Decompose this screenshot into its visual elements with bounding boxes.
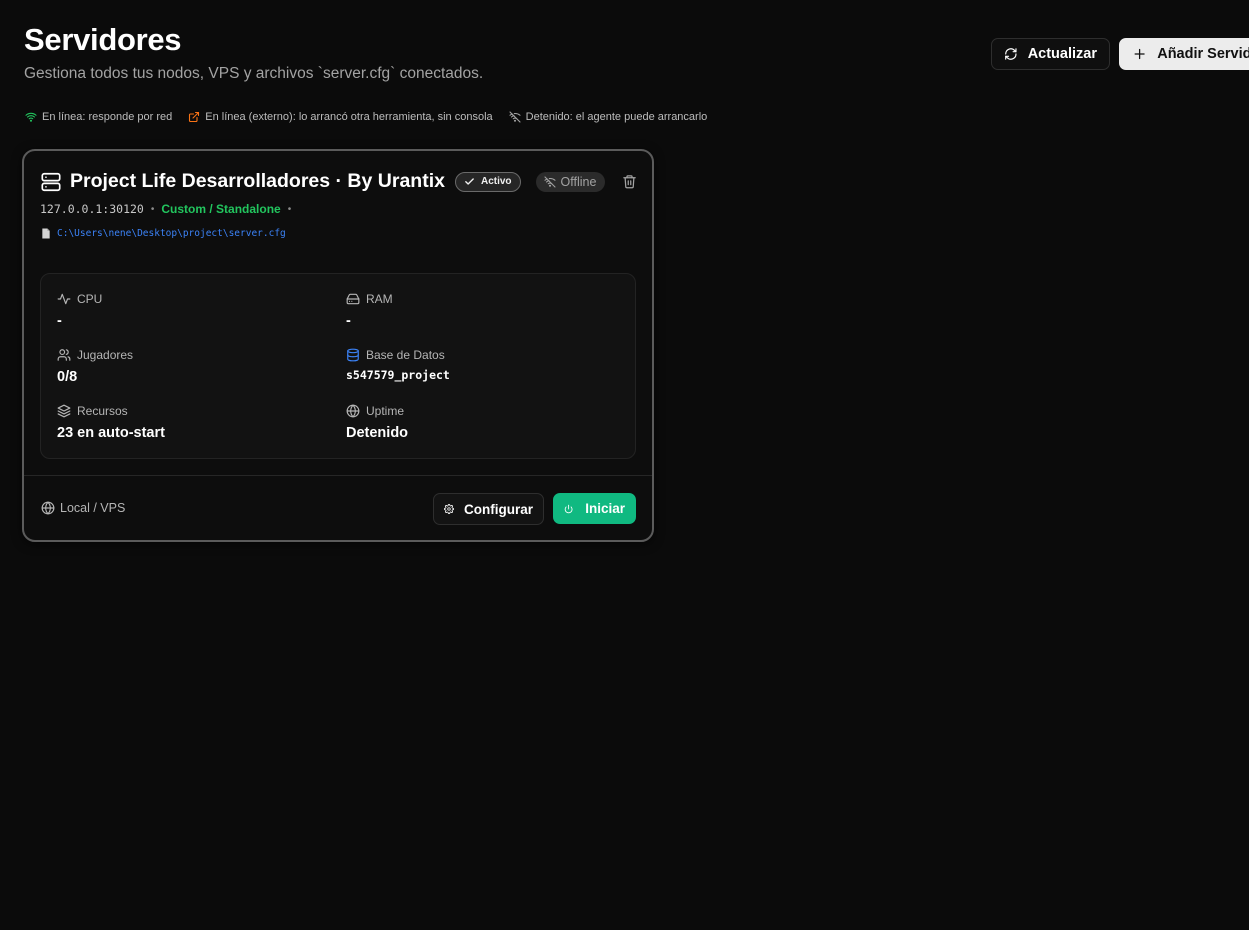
config-path: C:\Users\nene\Desktop\project\server.cfg	[41, 228, 286, 239]
wifi-icon	[25, 112, 37, 122]
meta-separator: •	[287, 203, 292, 215]
status-badge: Offline	[535, 171, 606, 192]
wifi-off-icon	[543, 175, 556, 188]
stat-resources-value: 23 en auto-start	[57, 425, 165, 441]
status-legend: En línea: responde por red En línea (ext…	[25, 111, 707, 123]
stat-ram: RAM -	[346, 291, 606, 331]
refresh-button-label: Actualizar	[1027, 46, 1097, 62]
legend-stopped-label: Detenido: el agente puede arrancarlo	[525, 111, 708, 123]
stats-panel: CPU - RAM - Jugadores 0/8 Base de Datos …	[40, 273, 636, 459]
trash-icon	[623, 175, 636, 189]
stat-database: Base de Datos s547579_project	[346, 347, 606, 386]
check-icon	[465, 178, 474, 185]
external-link-icon	[189, 111, 200, 123]
power-icon	[564, 504, 573, 513]
stat-resources-label: Recursos	[77, 404, 128, 418]
server-name: Project Life Desarrolladores · By Uranti…	[70, 170, 445, 192]
server-card-header: Project Life Desarrolladores · By Uranti…	[40, 170, 639, 193]
delete-server-button[interactable]	[619, 172, 639, 192]
legend-external: En línea (externo): lo arrancó otra herr…	[188, 111, 493, 123]
config-path-text: C:\Users\nene\Desktop\project\server.cfg	[57, 228, 286, 239]
refresh-icon	[1005, 48, 1017, 60]
globe-icon	[346, 404, 360, 418]
configure-button-label: Configurar	[464, 501, 533, 517]
server-meta: 127.0.0.1:30120 • Custom / Standalone •	[40, 202, 291, 216]
stat-database-value: s547579_project	[346, 368, 450, 382]
stat-resources: Recursos 23 en auto-start	[57, 403, 317, 443]
configure-button[interactable]: Configurar	[433, 493, 544, 525]
active-badge-label: Activo	[480, 176, 512, 187]
legend-external-label: En línea (externo): lo arrancó otra herr…	[205, 111, 493, 123]
stat-database-label: Base de Datos	[366, 348, 445, 362]
legend-stopped: Detenido: el agente puede arrancarlo	[509, 111, 708, 123]
server-address: 127.0.0.1:30120	[40, 202, 144, 216]
layers-icon	[57, 404, 71, 418]
page-subtitle: Gestiona todos tus nodos, VPS y archivos…	[24, 65, 484, 82]
server-type: Custom / Standalone	[161, 202, 281, 216]
stat-players-value: 0/8	[57, 369, 78, 385]
stat-players: Jugadores 0/8	[57, 347, 317, 387]
add-server-button-label: Añadir Servidor	[1157, 46, 1249, 62]
users-icon	[57, 349, 71, 361]
header-actions: Actualizar Añadir Servidor	[991, 38, 1249, 70]
file-icon	[42, 228, 50, 239]
stat-ram-value: -	[346, 313, 351, 329]
hard-drive-icon	[346, 293, 360, 305]
start-button[interactable]: Iniciar	[553, 493, 636, 524]
stat-cpu: CPU -	[57, 291, 317, 331]
gear-icon	[444, 504, 454, 514]
stat-players-label: Jugadores	[77, 348, 134, 362]
activity-icon	[57, 293, 71, 305]
database-icon	[347, 348, 359, 362]
plus-icon	[1134, 48, 1145, 60]
server-location: Local / VPS	[41, 501, 125, 515]
page-title: Servidores	[24, 22, 182, 57]
stat-uptime-value: Detenido	[346, 425, 409, 441]
legend-online-label: En línea: responde por red	[42, 111, 173, 123]
meta-separator: •	[150, 203, 155, 215]
status-badge-label: Offline	[560, 174, 597, 189]
refresh-button[interactable]: Actualizar	[991, 38, 1110, 70]
server-location-label: Local / VPS	[60, 501, 126, 515]
server-icon	[41, 172, 61, 191]
add-server-button[interactable]: Añadir Servidor	[1119, 38, 1249, 70]
stat-cpu-value: -	[57, 313, 62, 329]
server-card: Project Life Desarrolladores · By Uranti…	[22, 149, 654, 542]
stat-uptime-label: Uptime	[366, 404, 405, 418]
wifi-off-icon	[509, 111, 521, 123]
card-divider	[24, 475, 652, 476]
legend-online: En línea: responde por red	[25, 111, 172, 123]
active-badge: Activo	[454, 171, 521, 192]
start-button-label: Iniciar	[585, 501, 625, 516]
stat-ram-label: RAM	[366, 292, 393, 306]
stat-uptime: Uptime Detenido	[346, 403, 606, 443]
globe-icon	[41, 501, 55, 515]
stat-cpu-label: CPU	[77, 292, 103, 306]
